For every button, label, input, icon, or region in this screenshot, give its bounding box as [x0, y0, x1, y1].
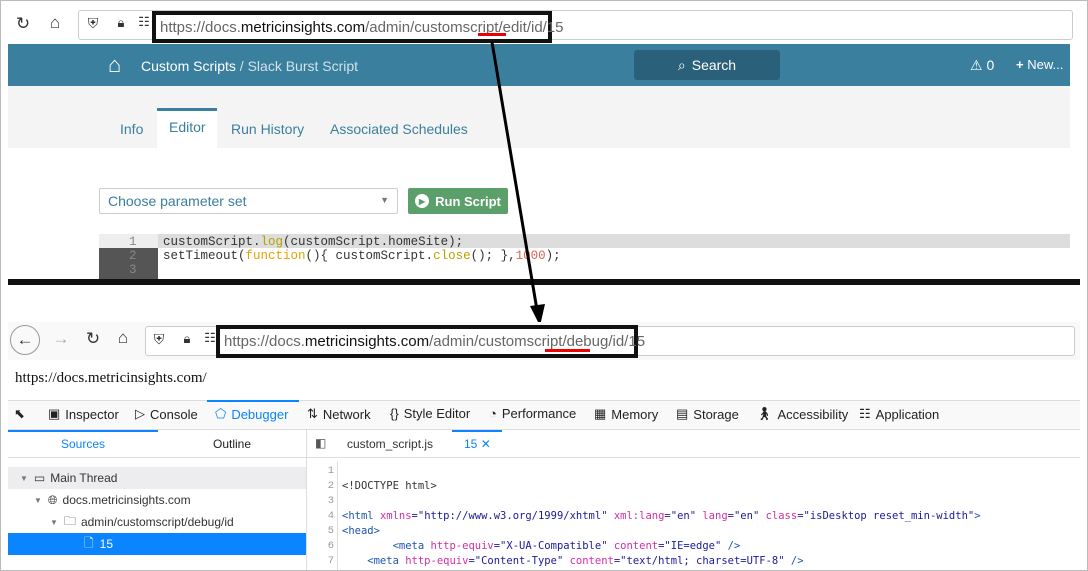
file-tab-15[interactable]: 15 ✕ — [464, 437, 491, 451]
line-number: 1 — [327, 465, 334, 477]
expand-icon: ▼ — [20, 473, 28, 483]
shield-icon: ⛨ — [153, 331, 165, 347]
source-line: <meta http-equiv="Content-Type" content=… — [342, 555, 804, 567]
back-arrow-icon: ← — [16, 330, 34, 349]
tree-folder[interactable]: ▼ 🗀︎ admin/customscript/debug/id — [8, 511, 306, 533]
lock-icon: 🔒︎ — [183, 331, 191, 346]
page-text: https://docs.metricinsights.com/ — [15, 370, 207, 386]
tab-label: Application — [875, 406, 940, 422]
tab-network[interactable]: ⇅ Network — [307, 406, 371, 422]
tab-label: Style Editor — [403, 406, 471, 421]
source-line: <meta http-equiv="X-UA-Compatible" conte… — [342, 540, 741, 552]
window-icon: ▭ — [33, 471, 46, 485]
tab-accessibility[interactable]: 🚶︎ Accessibility — [756, 406, 848, 422]
reload-icon[interactable]: ↻ — [82, 329, 104, 349]
tab-label: Accessibility — [777, 406, 849, 422]
home-icon[interactable]: ⌂ — [112, 328, 134, 348]
toggle-sidebar-icon[interactable]: ◧ — [315, 436, 326, 450]
tab-memory[interactable]: ▦ Memory — [594, 406, 658, 422]
gutter-line — [337, 462, 338, 571]
tab-outline[interactable]: Outline — [213, 437, 251, 451]
url-prefix: https://docs. — [224, 333, 305, 350]
tab-inspector[interactable]: ▣ Inspector — [48, 406, 119, 422]
tab-style-editor[interactable]: {} Style Editor — [390, 406, 470, 421]
tab-label: Console — [150, 406, 198, 422]
url-highlight-box[interactable]: https://docs. metricinsights.com/admin/cu… — [216, 325, 645, 358]
file-tab-custom-script[interactable]: custom_script.js — [347, 437, 433, 451]
line-number: 3 — [327, 495, 334, 507]
tree-label: Main Thread — [50, 471, 118, 485]
console-icon: ▷ — [135, 406, 145, 421]
tree-main-thread[interactable]: ▼ ▭ Main Thread — [8, 467, 306, 489]
debugger-icon: ⬠ — [215, 406, 227, 421]
source-line: <head> — [342, 525, 380, 537]
url-path: /admin/customscript/ — [429, 333, 567, 350]
tab-storage[interactable]: ▤ Storage — [676, 406, 739, 422]
tab-application[interactable]: ☷ Application — [859, 406, 939, 422]
tree-label: admin/customscript/debug/id — [80, 515, 234, 529]
globe-icon: 🌐︎ — [47, 492, 58, 507]
source-line: <html xmlns="http://www.w3.org/1999/xhtm… — [342, 510, 981, 522]
memory-icon: ▦ — [594, 406, 607, 421]
sources-panel-tabs — [8, 430, 306, 458]
file-tab-indicator — [452, 430, 502, 432]
network-icon: ⇅ — [307, 406, 318, 421]
line-number: 2 — [327, 480, 334, 492]
storage-icon: ▤ — [676, 406, 689, 421]
tab-label: Debugger — [231, 406, 289, 422]
tab-label: Performance — [501, 406, 577, 421]
inspector-icon: ▣ — [48, 406, 61, 421]
pick-element-icon[interactable]: ⬉ — [14, 406, 25, 422]
gauge-icon: ◔ — [489, 406, 497, 421]
forward-icon[interactable]: → — [50, 329, 72, 349]
expand-icon: ▼ — [50, 517, 58, 527]
line-number: 5 — [327, 525, 334, 537]
tab-label: Memory — [611, 406, 659, 422]
url-domain: metricinsights.com — [304, 333, 430, 350]
url-debug-segment: debug — [566, 333, 609, 350]
expand-icon: ▼ — [34, 495, 42, 505]
tab-label: 15 — [464, 437, 478, 451]
accessibility-icon: 🚶︎ — [756, 406, 773, 421]
tree-label: docs.metricinsights.com — [62, 493, 191, 507]
tree-file-15[interactable]: 🗋︎ 15 — [8, 533, 306, 555]
tab-label: Storage — [693, 406, 739, 422]
line-number: 4 — [327, 510, 334, 522]
grid-icon: ☷ — [859, 406, 871, 421]
tab-sources[interactable]: Sources — [61, 437, 105, 451]
tab-label: Network — [322, 406, 371, 422]
line-number: 7 — [327, 555, 334, 567]
tree-label: 15 — [99, 537, 114, 551]
tab-debugger[interactable]: ⬠ Debugger — [215, 406, 288, 422]
source-line: <!DOCTYPE html> — [342, 480, 437, 492]
tab-label: Inspector — [65, 406, 119, 422]
line-number: 6 — [327, 540, 334, 552]
tab-console[interactable]: ▷ Console — [135, 406, 198, 422]
active-tab-indicator — [207, 400, 299, 402]
url-path-end: /id/15 — [608, 333, 646, 350]
tab-performance[interactable]: ◔ Performance — [489, 406, 576, 421]
sources-tab-indicator — [8, 430, 158, 432]
file-icon: 🗋︎ — [84, 535, 94, 550]
tree-domain[interactable]: ▼ 🌐︎ docs.metricinsights.com — [8, 489, 306, 511]
folder-icon: 🗀︎ — [63, 513, 76, 528]
close-icon[interactable]: ✕ — [481, 437, 491, 451]
back-button[interactable]: ← — [10, 325, 40, 355]
braces-icon: {} — [390, 406, 399, 421]
debug-underline — [545, 349, 590, 352]
